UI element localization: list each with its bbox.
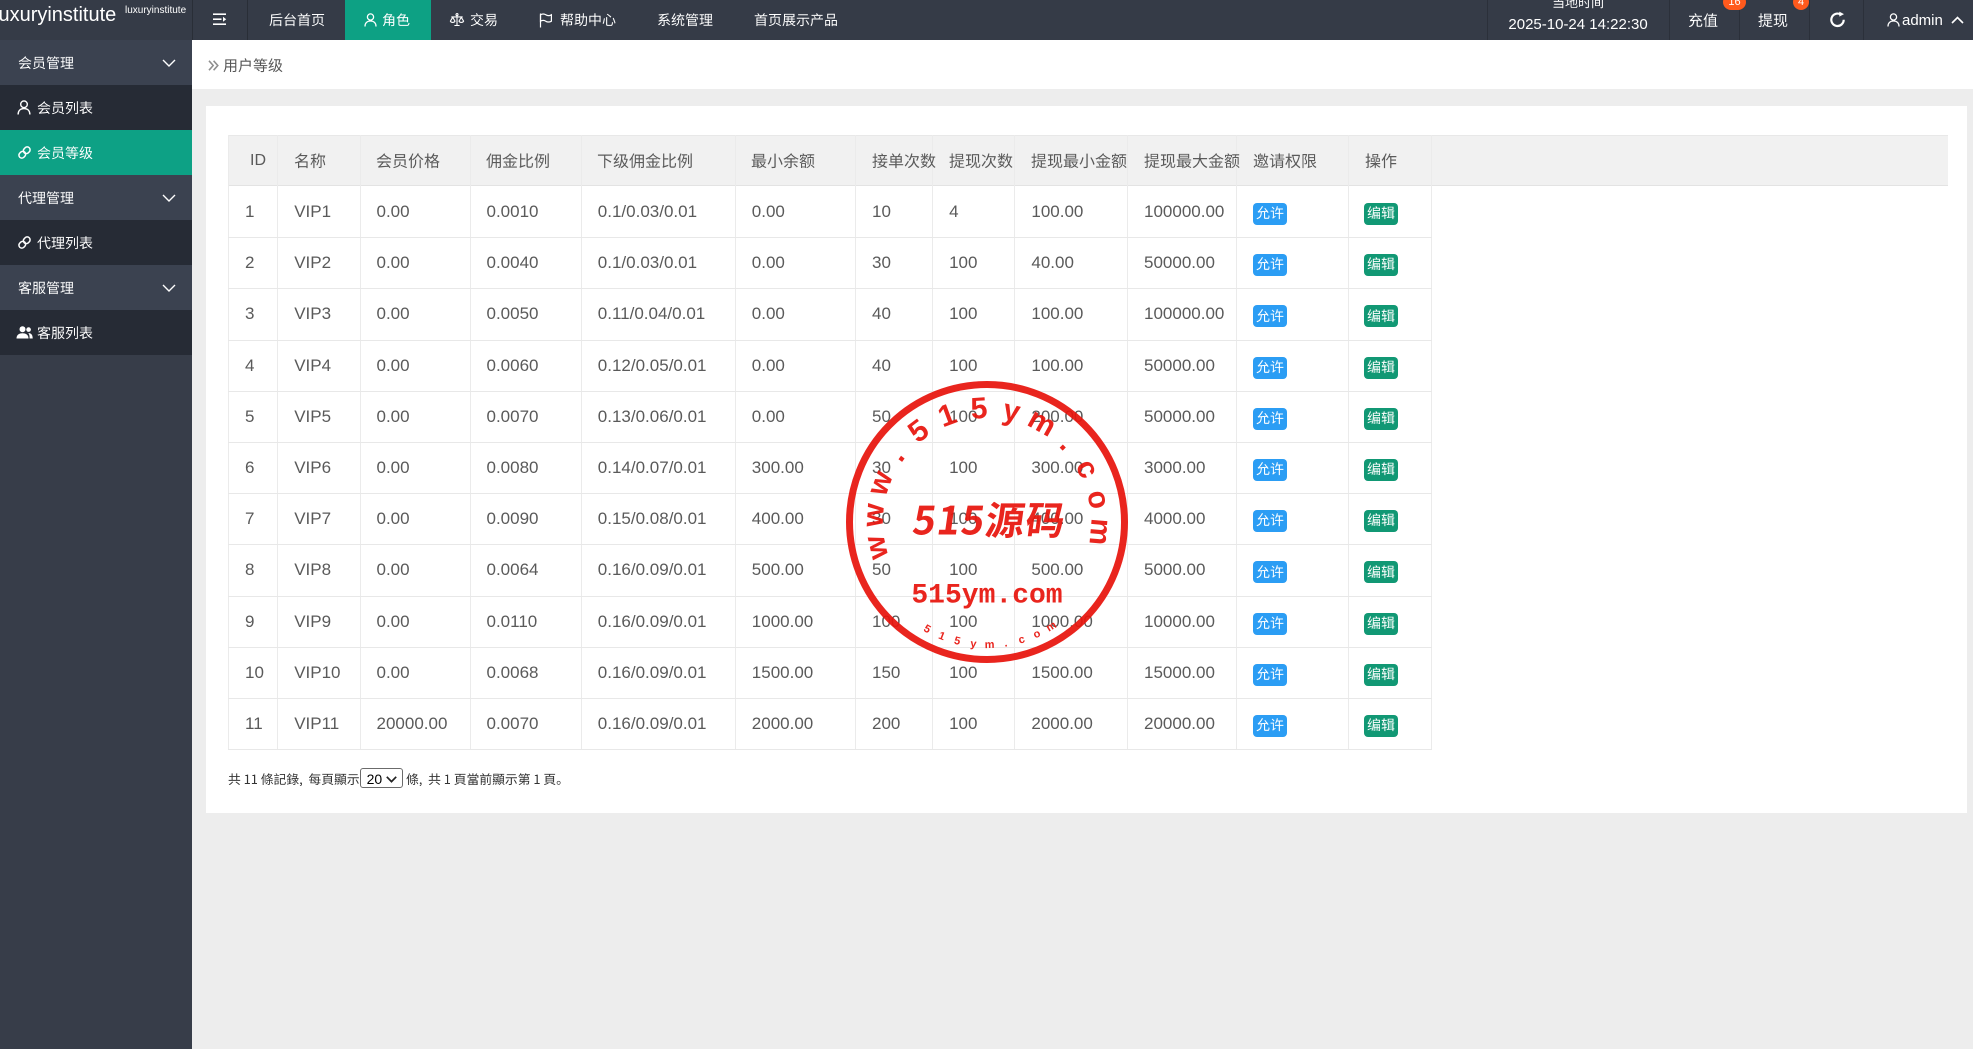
- svg-text:c: c: [1017, 633, 1026, 646]
- svg-text:m: m: [1022, 402, 1061, 444]
- svg-text:.: .: [880, 441, 911, 467]
- svg-text:o: o: [1080, 487, 1116, 512]
- svg-text:.: .: [1003, 637, 1008, 649]
- svg-text:m: m: [1082, 517, 1117, 546]
- svg-text:.: .: [1053, 428, 1082, 457]
- svg-text:y: y: [970, 638, 978, 651]
- svg-text:m: m: [1044, 619, 1059, 634]
- svg-text:5: 5: [921, 623, 932, 636]
- svg-text:m: m: [985, 639, 995, 651]
- svg-text:w: w: [858, 532, 896, 564]
- svg-text:o: o: [1031, 627, 1042, 641]
- svg-text:1: 1: [937, 630, 947, 643]
- svg-text:w: w: [861, 466, 901, 501]
- svg-text:c: c: [1069, 454, 1106, 484]
- svg-text:y: y: [1000, 393, 1024, 429]
- svg-text:5: 5: [970, 392, 989, 426]
- svg-text:5: 5: [953, 635, 962, 648]
- svg-text:515ym.com: 515ym.com: [911, 581, 1062, 612]
- svg-text:5: 5: [902, 413, 935, 449]
- svg-text:1: 1: [934, 397, 961, 434]
- svg-text:w: w: [856, 502, 890, 529]
